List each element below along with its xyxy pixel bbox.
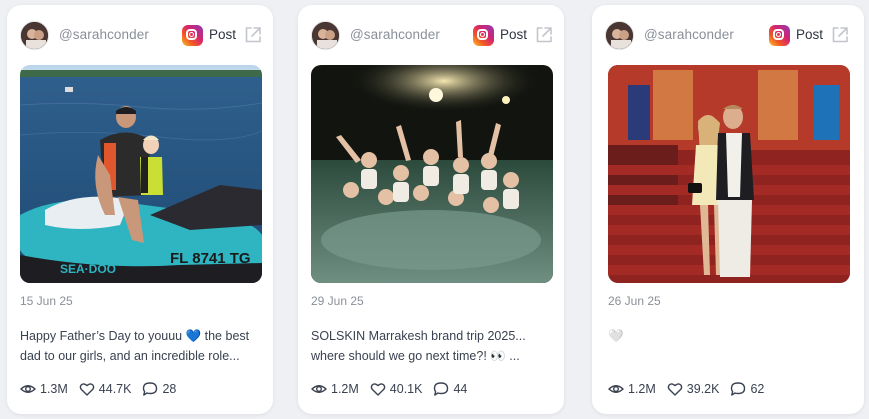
comment-icon xyxy=(434,382,449,396)
pool-party-photo[interactable] xyxy=(311,65,553,283)
post-type-label: Post xyxy=(796,27,824,42)
svg-text:SEA·DOO: SEA·DOO xyxy=(60,262,116,276)
external-link-icon[interactable] xyxy=(534,25,554,45)
caption-line: SOLSKIN Marrakesh brand trip 2025... xyxy=(311,329,526,343)
heart-icon xyxy=(370,383,386,396)
views-count: 1.2M xyxy=(628,382,656,396)
eye-icon xyxy=(311,385,327,393)
post-date: 26 Jun 25 xyxy=(608,294,661,308)
account-handle[interactable]: @sarahconder xyxy=(644,27,734,42)
svg-text:FL 8741 TG: FL 8741 TG xyxy=(170,250,251,267)
likes-stat: 40.1K xyxy=(370,381,423,397)
post-type-label: Post xyxy=(500,27,528,42)
caption-line: 🤍 xyxy=(608,329,624,343)
comment-icon xyxy=(731,382,746,396)
comments-count: 28 xyxy=(162,382,177,396)
caption-line: where should we go next time?! 👀 ... xyxy=(311,349,520,363)
views-stat: 1.2M xyxy=(608,381,656,397)
likes-count: 40.1K xyxy=(389,382,423,396)
views-count: 1.3M xyxy=(40,382,68,396)
post-caption: SOLSKIN Marrakesh brand trip 2025... whe… xyxy=(311,326,551,366)
views-count: 1.2M xyxy=(331,382,359,396)
instagram-icon xyxy=(769,25,790,46)
likes-count: 44.7K xyxy=(98,382,132,396)
comments-count: 44 xyxy=(453,382,468,396)
eye-icon xyxy=(608,385,624,393)
post-caption: Happy Father’s Day to youuu 💙 the best d… xyxy=(20,326,260,366)
views-stat: 1.3M xyxy=(20,381,68,397)
account-handle[interactable]: @sarahconder xyxy=(350,27,440,42)
comments-stat: 44 xyxy=(433,381,467,397)
account-handle[interactable]: @sarahconder xyxy=(59,27,149,42)
avatar[interactable] xyxy=(20,21,49,50)
external-link-icon[interactable] xyxy=(830,25,850,45)
post-date: 15 Jun 25 xyxy=(20,294,73,308)
external-link-icon[interactable] xyxy=(243,25,263,45)
red-carpet-photo[interactable] xyxy=(608,65,850,283)
likes-count: 39.2K xyxy=(686,382,720,396)
post-stats: 1.2M 40.1K 44 xyxy=(311,380,478,398)
avatar[interactable] xyxy=(311,21,340,50)
caption-line: Happy Father’s Day to youuu 💙 the best xyxy=(20,329,250,343)
views-stat: 1.2M xyxy=(311,381,359,397)
avatar[interactable] xyxy=(605,21,634,50)
instagram-icon xyxy=(473,25,494,46)
heart-icon xyxy=(79,383,95,396)
comments-stat: 28 xyxy=(142,381,176,397)
jet-ski-photo[interactable]: FL 8741 TG SEA·DOO xyxy=(20,65,262,283)
post-card[interactable]: @sarahconder Post xyxy=(7,5,273,414)
post-stats: 1.3M 44.7K 28 xyxy=(20,380,187,398)
likes-stat: 44.7K xyxy=(79,381,132,397)
post-date: 29 Jun 25 xyxy=(311,294,364,308)
comments-stat: 62 xyxy=(730,381,764,397)
post-card[interactable]: @sarahconder Post xyxy=(592,5,864,414)
post-caption: 🤍 xyxy=(608,326,848,346)
eye-icon xyxy=(20,385,36,393)
instagram-icon xyxy=(182,25,203,46)
post-card[interactable]: @sarahconder Post xyxy=(298,5,564,414)
post-type-label: Post xyxy=(209,27,237,42)
heart-icon xyxy=(667,383,683,396)
comment-icon xyxy=(143,382,158,396)
comments-count: 62 xyxy=(750,382,765,396)
likes-stat: 39.2K xyxy=(667,381,720,397)
post-stats: 1.2M 39.2K 62 xyxy=(608,380,775,398)
caption-line: dad to our girls, and an incredible role… xyxy=(20,349,240,363)
